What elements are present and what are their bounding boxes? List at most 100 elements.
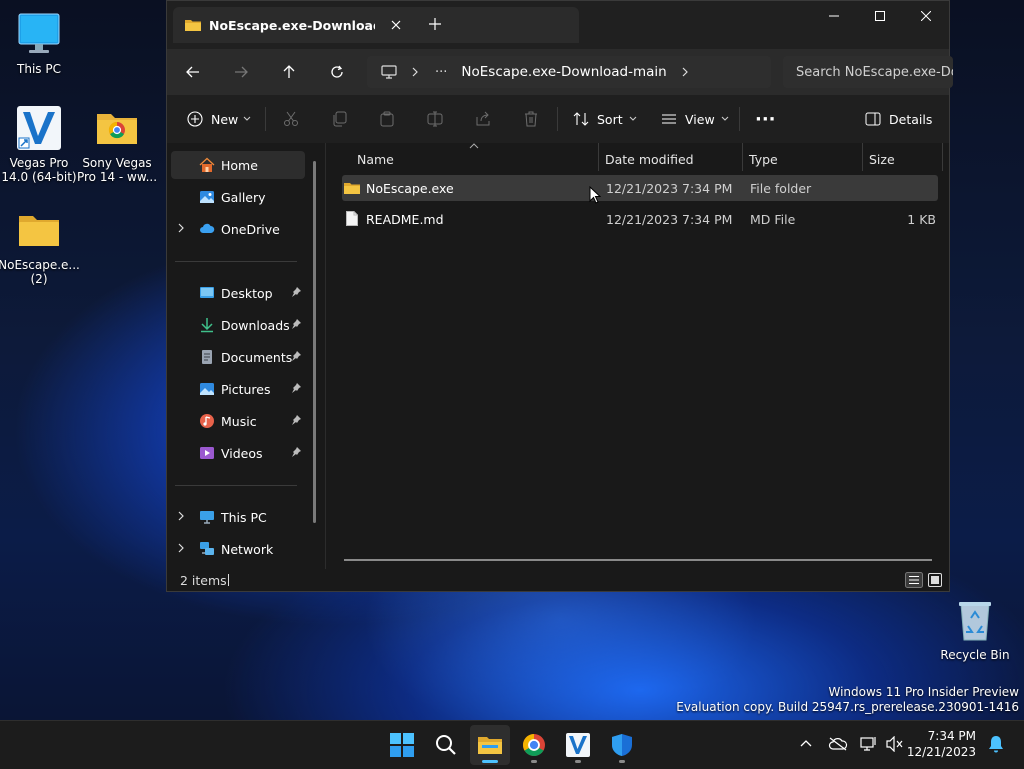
column-header-name[interactable]: Name [357,147,394,171]
pin-icon[interactable] [291,447,301,457]
search-button[interactable] [426,725,466,765]
mouse-cursor-icon [589,186,601,204]
cut-button[interactable] [283,103,299,135]
tab-current[interactable]: NoEscape.exe-Download-main [173,7,579,43]
table-row[interactable]: README.md 12/21/2023 7:34 PM MD File 1 K… [342,206,938,232]
running-indicator [619,760,625,763]
desktop-icon-sony-vegas-shortcut[interactable]: Sony Vegas Pro 14 - ww... [74,104,160,184]
forward-button[interactable] [225,57,257,87]
taskbar-file-explorer[interactable] [470,725,510,765]
nav-item-desktop[interactable]: Desktop [171,279,305,307]
column-header-size[interactable]: Size [869,147,895,171]
nav-item-music[interactable]: Music [171,407,305,435]
toolbar-divider [739,107,740,131]
chevron-down-icon [721,116,729,122]
address-ellipsis[interactable]: ··· [435,65,447,80]
nav-scrollbar[interactable] [313,161,316,523]
pin-icon[interactable] [291,383,301,393]
maximize-button[interactable] [857,1,903,31]
rename-button[interactable] [427,103,443,135]
column-header-date[interactable]: Date modified [605,147,694,171]
desktop-icon-vegas-pro[interactable]: Vegas Pro 14.0 (64-bit) [0,104,82,184]
notification-bell-icon[interactable] [988,735,1004,753]
folder-icon [185,18,201,32]
details-pane-button[interactable]: Details [865,103,932,135]
search-input[interactable]: Search NoEscape.exe-Download-main [783,56,953,88]
file-type: File folder [750,181,812,196]
column-divider[interactable] [862,143,863,171]
breadcrumb-current[interactable]: NoEscape.exe-Download-main [461,64,666,80]
tiles-view-icon[interactable] [927,572,943,588]
nav-item-downloads[interactable]: Downloads [171,311,305,339]
chevron-right-icon[interactable] [411,67,419,77]
windows-watermark: Windows 11 Pro Insider Preview Evaluatio… [676,685,1019,715]
nav-item-network[interactable]: Network [171,535,305,563]
chevron-right-icon[interactable] [681,67,689,77]
toolbar-divider [557,107,558,131]
column-divider[interactable] [598,143,599,171]
new-tab-icon[interactable] [429,18,441,30]
chevron-right-icon[interactable] [177,223,185,233]
volume-muted-icon[interactable] [886,736,904,752]
taskbar-vegas-pro[interactable] [558,725,598,765]
up-button[interactable] [273,57,305,87]
picture-icon [199,381,215,397]
pin-icon[interactable] [291,319,301,329]
file-name[interactable]: README.md [366,212,444,227]
table-row[interactable]: NoEscape.exe 12/21/2023 7:34 PM File fol… [342,175,938,201]
toolbar-divider [265,107,266,131]
details-label: Details [889,111,933,127]
pin-icon[interactable] [291,415,301,425]
nav-item-documents[interactable]: Documents [171,343,305,371]
folder-icon [344,181,360,195]
horizontal-scrollbar[interactable] [344,559,932,561]
explorer-body: Home Gallery OneDrive Desktop Downloads [167,143,949,569]
system-clock[interactable]: 7:34 PM 12/21/2023 [907,728,976,760]
new-button[interactable]: New [187,103,251,135]
details-pane-icon [865,112,881,126]
desktop-icon [199,285,215,301]
nav-item-videos[interactable]: Videos [171,439,305,467]
desktop-icon-recycle-bin[interactable]: Recycle Bin [932,596,1018,662]
recycle-bin-icon [951,596,999,644]
close-button[interactable] [903,1,949,31]
file-name[interactable]: NoEscape.exe [366,181,454,196]
nav-item-onedrive[interactable]: OneDrive [171,215,305,243]
details-view-icon[interactable] [905,572,923,588]
nav-item-home[interactable]: Home [171,151,305,179]
desktop-icon-this-pc[interactable]: This PC [0,10,82,76]
more-options-button[interactable]: ··· [755,103,776,135]
back-button[interactable] [177,57,209,87]
view-button[interactable]: View [661,103,729,135]
desktop-icon-noescape-folder[interactable]: NoEscape.e... (2) [0,206,82,286]
pin-icon[interactable] [291,351,301,361]
desktop-icon-label: Recycle Bin [940,648,1010,662]
pin-icon[interactable] [291,287,301,297]
network-icon[interactable] [860,736,878,752]
column-header-type[interactable]: Type [749,147,778,171]
nav-item-pictures[interactable]: Pictures [171,375,305,403]
nav-label: Gallery [221,190,266,205]
delete-button[interactable] [523,103,539,135]
nav-item-this-pc[interactable]: This PC [171,503,305,531]
taskbar-chrome[interactable] [514,725,554,765]
paste-button[interactable] [379,103,395,135]
nav-item-gallery[interactable]: Gallery [171,183,305,211]
chevron-right-icon[interactable] [177,543,185,553]
sort-button[interactable]: Sort [573,103,637,135]
close-tab-icon[interactable] [391,20,401,30]
search-icon [435,734,457,756]
chevron-right-icon[interactable] [177,511,185,521]
cloud-offline-icon[interactable] [828,737,848,751]
share-button[interactable] [475,103,491,135]
refresh-button[interactable] [321,57,353,87]
minimize-button[interactable] [811,1,857,31]
chevron-up-icon[interactable] [800,739,812,747]
nav-label: Desktop [221,286,273,301]
start-button[interactable] [382,725,422,765]
copy-button[interactable] [331,103,347,135]
address-bar[interactable]: ··· NoEscape.exe-Download-main [367,56,771,88]
taskbar-defender[interactable] [602,725,642,765]
column-divider[interactable] [742,143,743,171]
column-divider[interactable] [942,143,943,171]
